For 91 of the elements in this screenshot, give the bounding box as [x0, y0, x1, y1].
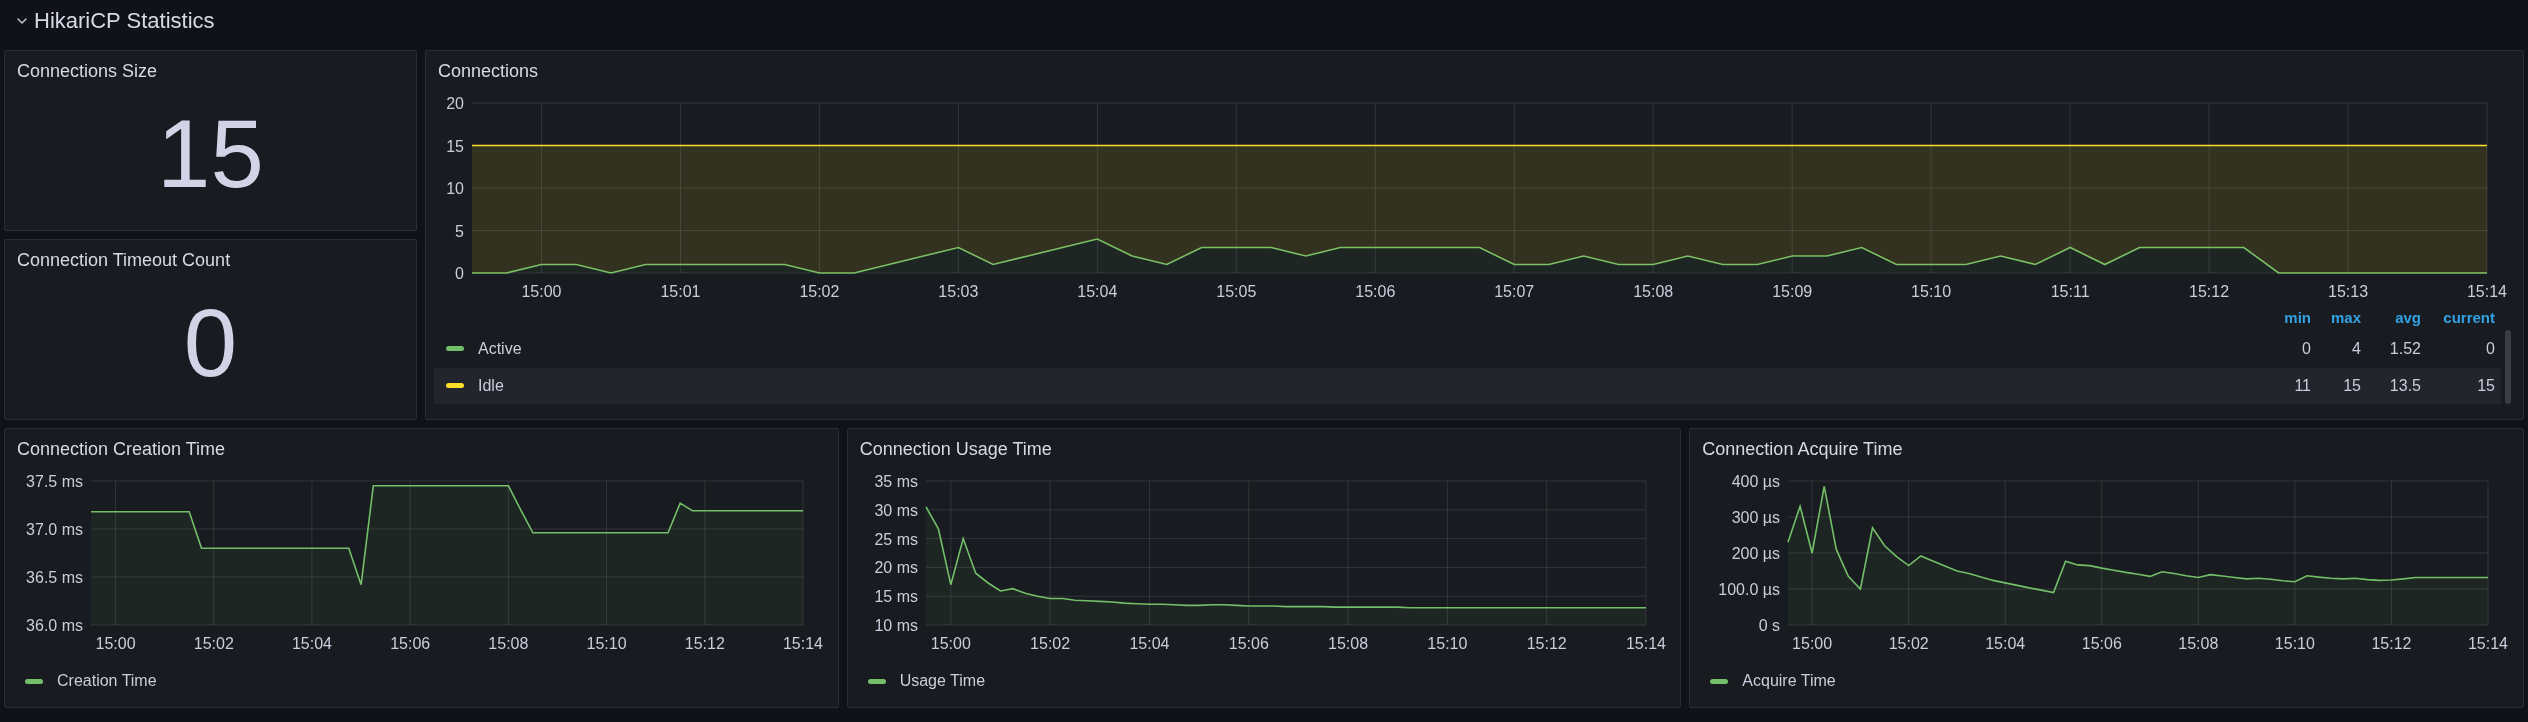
axis-label: 15:02: [1029, 635, 1070, 652]
axis-label: 15:04: [1077, 283, 1118, 300]
axis-label: 15:01: [660, 283, 701, 300]
axis-label: 15:09: [1772, 283, 1813, 300]
legend-item[interactable]: Active: [434, 330, 2267, 367]
axis-label: 400 µs: [1731, 473, 1781, 490]
axis-label: 15:10: [1911, 283, 1952, 300]
axis-label: 15:02: [1889, 635, 1930, 652]
axis-label: 15:12: [684, 635, 725, 652]
axis-label: 15:00: [521, 283, 562, 300]
axis-label: 15:14: [2467, 283, 2507, 300]
axis-label: 37.5 ms: [26, 473, 83, 490]
axis-label: 0 s: [1759, 617, 1781, 634]
axis-label: 37.0 ms: [26, 521, 83, 538]
panel-title: Connection Acquire Time: [1701, 438, 1904, 461]
axis-label: 15 ms: [874, 588, 918, 606]
series-name: Idle: [478, 376, 504, 395]
axis-label: 200 µs: [1731, 545, 1781, 562]
panel-title: Connections: [437, 60, 540, 83]
axis-label: 100.0 µs: [1718, 581, 1781, 598]
axis-label: 15:08: [1633, 283, 1674, 300]
axis-label: 5: [455, 222, 464, 240]
axis-label: 20 ms: [874, 559, 918, 577]
axis-label: 25 ms: [874, 530, 918, 548]
stat-value: 0: [182, 287, 239, 398]
axis-label: 10: [446, 180, 464, 197]
axis-label: 15:12: [2371, 635, 2412, 652]
legend-column-header[interactable]: current: [2427, 305, 2501, 330]
axis-label: 15:00: [1792, 635, 1833, 652]
scrollbar[interactable]: [2505, 330, 2511, 404]
axis-label: 15:12: [2189, 283, 2230, 300]
axis-label: 15:00: [95, 635, 136, 652]
legend-column-header[interactable]: avg: [2367, 305, 2427, 330]
legend-value: 0: [2485, 338, 2496, 359]
axis-label: 15:06: [390, 635, 431, 652]
series-name: Creation Time: [57, 672, 157, 690]
axis-label: 15:06: [1228, 635, 1269, 652]
axis-label: 15:02: [799, 283, 840, 300]
panel-title: Connection Creation Time: [16, 438, 227, 461]
axis-label: 300 µs: [1731, 509, 1781, 526]
row-title: HikariCP Statistics: [34, 8, 215, 34]
legend-value: 0: [2301, 338, 2312, 359]
axis-label: 20: [446, 95, 464, 112]
axis-label: 15:04: [291, 635, 332, 652]
axis-label: 15:10: [2275, 635, 2316, 652]
axis-label: 15:10: [1427, 635, 1468, 652]
axis-label: 15:02: [193, 635, 234, 652]
axis-label: 35 ms: [874, 473, 918, 490]
legend-column-header[interactable]: max: [2317, 305, 2367, 330]
legend-value: 11: [2267, 367, 2317, 404]
axis-label: 15:07: [1494, 283, 1535, 300]
legend-value: 4: [2351, 338, 2362, 359]
axis-label: 15:11: [2050, 283, 2090, 300]
legend-item[interactable]: Usage Time: [867, 663, 986, 699]
axis-label: 15:04: [1129, 635, 1170, 652]
legend-column-header[interactable]: min: [2267, 305, 2317, 330]
legend-item[interactable]: Acquire Time: [1710, 663, 1836, 699]
axis-label: 0: [455, 265, 464, 282]
axis-label: 15:00: [930, 635, 971, 652]
legend-value: 15: [2317, 367, 2367, 404]
series-name: Acquire Time: [1742, 672, 1836, 690]
axis-label: 15:14: [783, 635, 823, 652]
axis-label: 36.5 ms: [26, 569, 83, 586]
series-name: Active: [478, 339, 522, 358]
axis-label: 15:12: [1526, 635, 1567, 652]
stat-value: 15: [156, 98, 265, 209]
legend-value: 15: [2427, 367, 2501, 404]
legend-value: 13.5: [2367, 367, 2427, 404]
axis-label: 15:06: [1355, 283, 1396, 300]
axis-label: 15:14: [2468, 635, 2509, 652]
panel-title: Connections Size: [16, 60, 159, 83]
axis-label: 15:04: [1985, 635, 2026, 652]
panel-title: Connection Usage Time: [858, 438, 1053, 461]
axis-label: 15:08: [2178, 635, 2219, 652]
legend-value: 1.52: [2388, 338, 2422, 359]
legend-item[interactable]: Creation Time: [25, 663, 157, 699]
panel-title: Connection Timeout Count: [16, 249, 232, 272]
axis-label: 15:08: [1327, 635, 1368, 652]
axis-label: 15:08: [488, 635, 529, 652]
series-name: Usage Time: [899, 672, 986, 690]
legend-item[interactable]: Idle: [434, 367, 2267, 404]
axis-label: 30 ms: [874, 501, 918, 519]
axis-label: 15:14: [1625, 635, 1666, 652]
axis-label: 15:13: [2328, 283, 2369, 300]
axis-label: 15:10: [586, 635, 627, 652]
axis-label: 15:03: [938, 283, 979, 300]
axis-label: 36.0 ms: [26, 617, 83, 634]
axis-label: 10 ms: [874, 617, 918, 634]
axis-label: 15:06: [2082, 635, 2123, 652]
axis-label: 15: [446, 137, 464, 155]
axis-label: 15:05: [1216, 283, 1257, 300]
